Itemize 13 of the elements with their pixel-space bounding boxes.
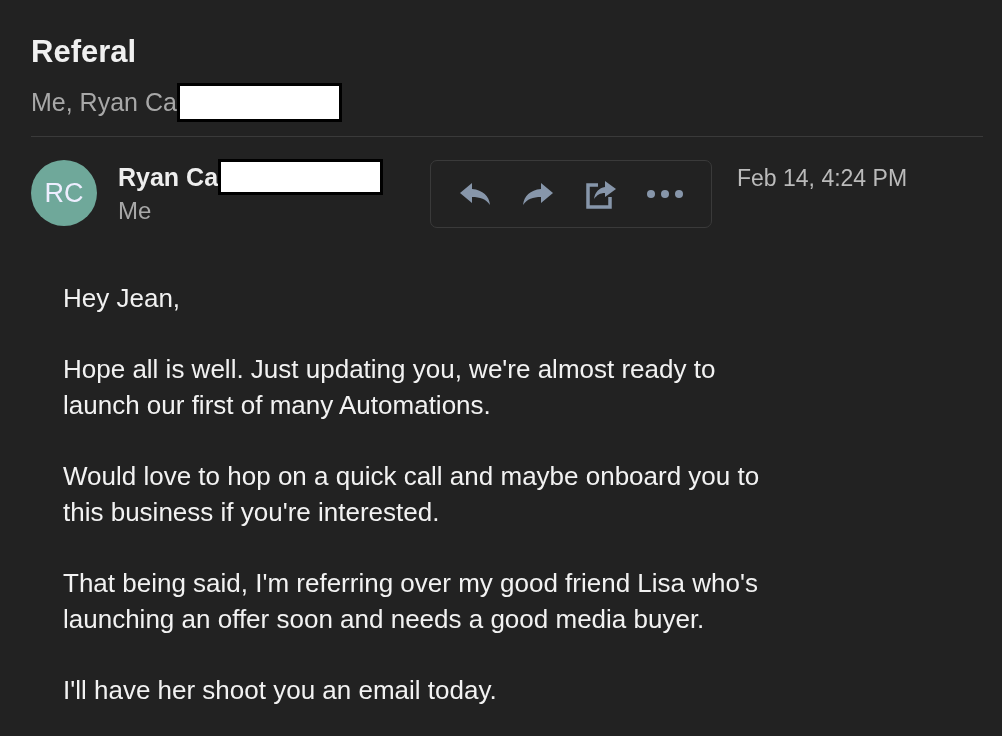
avatar: RC (31, 160, 97, 226)
participants: Me, Ryan Ca (31, 87, 177, 117)
body-paragraph: I'll have her shoot you an email today. (63, 674, 498, 707)
body-paragraph: Would love to hop on a quick call and maybe onboard you to this business if you're interested. (63, 460, 761, 529)
share-icon (584, 179, 617, 209)
body-paragraph: Hope all is well. Just updating you, we're almost ready to launch our first of many Automations. (63, 353, 717, 422)
more-icon (646, 189, 685, 199)
body-paragraph: That being said, I'm referring over my good friend Lisa who's launching an offer soon and needs a good media buyer. (63, 567, 759, 636)
body-paragraph: Hey Jean, (63, 282, 182, 315)
sender-name: Ryan Ca (118, 162, 219, 192)
message-date: Feb 14, 4:24 PM (737, 165, 908, 192)
email-subject: Referal (31, 34, 138, 70)
recipient: Me (118, 197, 153, 225)
